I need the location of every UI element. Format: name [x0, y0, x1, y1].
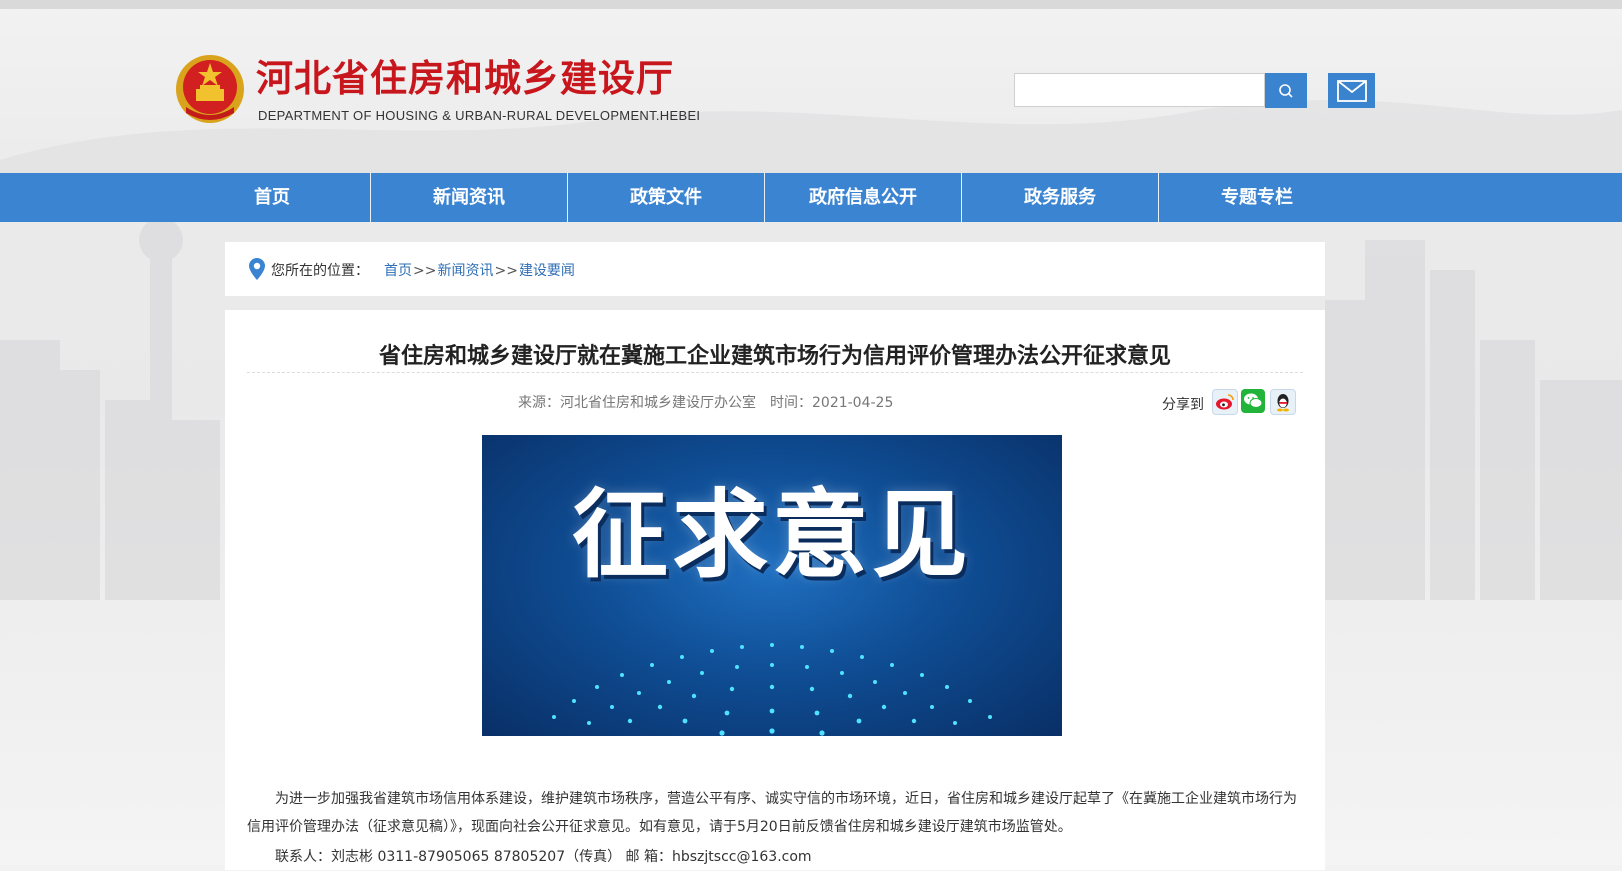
breadcrumb: 您所在的位置： 首页>>新闻资讯>>建设要闻 — [225, 242, 1325, 296]
nav-item-policy[interactable]: 政策文件 — [568, 173, 764, 222]
globe-dots-graphic — [504, 643, 1040, 736]
breadcrumb-label: 您所在的位置： — [271, 263, 369, 279]
breadcrumb-link-home[interactable]: 首页 — [384, 263, 412, 279]
mail-icon — [1336, 79, 1367, 102]
breadcrumb-separator: >> — [413, 263, 437, 279]
weibo-icon[interactable] — [1212, 389, 1238, 415]
article-banner-image: 征求意见 — [482, 435, 1062, 736]
article-meta: 来源：河北省住房和城乡建设厅办公室 时间：2021-04-25 — [518, 392, 893, 412]
breadcrumb-link-news[interactable]: 新闻资讯 — [437, 263, 493, 279]
nav-item-topics[interactable]: 专题专栏 — [1159, 173, 1355, 222]
site-title[interactable]: 河北省住房和城乡建设厅 — [256, 57, 674, 101]
article-source: 来源：河北省住房和城乡建设厅办公室 — [518, 395, 756, 411]
qq-icon[interactable] — [1270, 389, 1296, 415]
site-subtitle: DEPARTMENT OF HOUSING & URBAN-RURAL DEVE… — [258, 108, 701, 123]
article-time: 时间：2021-04-25 — [770, 395, 894, 411]
nav-item-gov-info[interactable]: 政府信息公开 — [765, 173, 961, 222]
search-button[interactable] — [1265, 73, 1307, 108]
article-contact: 联系人：刘志彬 0311-87905065 87805207（传真） 邮 箱：h… — [275, 849, 812, 865]
breadcrumb-link-construction-news[interactable]: 建设要闻 — [519, 263, 575, 279]
nav-item-home[interactable]: 首页 — [174, 173, 370, 222]
main-nav: 首页 新闻资讯 政策文件 政府信息公开 政务服务 专题专栏 — [0, 173, 1622, 222]
article-body: 为进一步加强我省建筑市场信用体系建设，维护建筑市场秩序，营造公平有序、诚实守信的… — [247, 785, 1303, 871]
nav-item-news[interactable]: 新闻资讯 — [371, 173, 567, 222]
wechat-icon[interactable] — [1241, 389, 1265, 413]
search-input[interactable] — [1014, 73, 1265, 107]
title-divider — [247, 372, 1303, 373]
national-emblem-icon — [176, 55, 244, 123]
article-card: 省住房和城乡建设厅就在冀施工企业建筑市场行为信用评价管理办法公开征求意见 来源：… — [225, 310, 1325, 870]
breadcrumb-trail: 首页>>新闻资讯>>建设要闻 — [384, 260, 575, 280]
nav-item-services[interactable]: 政务服务 — [962, 173, 1158, 222]
search-icon — [1279, 83, 1293, 98]
mail-button[interactable] — [1328, 73, 1375, 108]
top-strip — [0, 0, 1622, 9]
location-pin-icon — [249, 258, 265, 280]
article-paragraph: 为进一步加强我省建筑市场信用体系建设，维护建筑市场秩序，营造公平有序、诚实守信的… — [247, 791, 1297, 835]
share-label: 分享到 — [1162, 397, 1204, 413]
banner-title: 征求意见 — [572, 479, 972, 591]
article-title: 省住房和城乡建设厅就在冀施工企业建筑市场行为信用评价管理办法公开征求意见 — [378, 344, 1171, 369]
breadcrumb-separator: >> — [494, 263, 518, 279]
